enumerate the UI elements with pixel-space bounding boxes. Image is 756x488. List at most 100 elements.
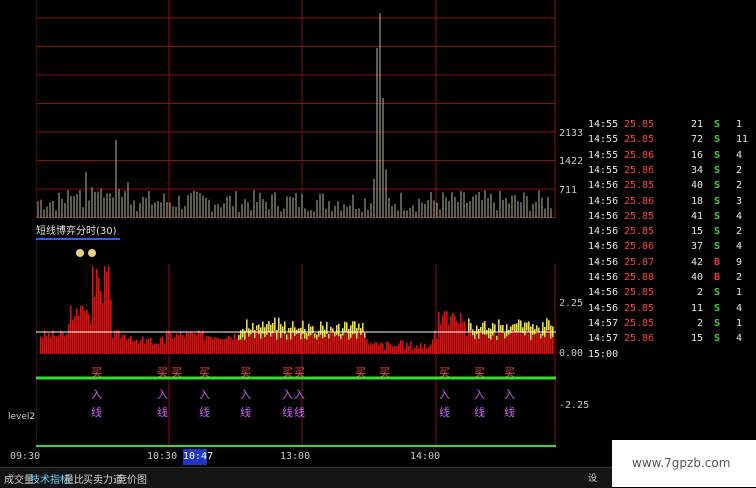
indicator-bar <box>310 335 312 354</box>
indicator-bar <box>88 314 90 354</box>
indicator-bar <box>110 299 112 354</box>
volume-axis-label: 1422 <box>559 156 584 167</box>
trade-side: S <box>714 333 721 345</box>
indicator-bar <box>56 336 58 354</box>
indicator-bar <box>112 337 114 354</box>
indicator-bar <box>498 331 500 354</box>
indicator-bar <box>66 333 68 354</box>
indicator-bar <box>368 344 370 354</box>
indicator-bar <box>392 346 394 354</box>
indicator-bar-alt <box>506 324 508 337</box>
indicator-bar-alt <box>528 321 530 332</box>
signal-bottom: 线 <box>282 405 293 419</box>
trade-extra: 4 <box>736 210 743 222</box>
indicator-bar-alt <box>290 327 292 340</box>
signal-top: 买 <box>294 366 305 379</box>
indicator-bar <box>54 335 56 354</box>
indicator-bar <box>262 333 264 354</box>
indicator-bar <box>186 332 188 354</box>
indicator-bar <box>160 337 162 354</box>
settings-tab[interactable]: 设 <box>588 471 597 484</box>
trade-time: 14:57 <box>588 333 619 345</box>
indicator-bar <box>538 331 540 354</box>
indicator-bar <box>156 343 158 354</box>
trade-vol: 37 <box>690 241 703 253</box>
indicator-bar <box>494 331 496 354</box>
trade-vol: 15 <box>690 226 703 238</box>
trade-price: 25.87 <box>624 256 655 268</box>
indicator-bar <box>94 296 96 354</box>
indicator-bar <box>468 331 470 354</box>
indicator-bar <box>378 345 380 354</box>
indicator-bar <box>404 349 406 354</box>
trade-price: 25.85 <box>624 317 655 329</box>
trade-price: 25.85 <box>624 287 655 299</box>
indicator-bar-alt <box>548 320 550 331</box>
indicator-bar <box>148 338 150 354</box>
level2-label[interactable]: level2 <box>8 412 35 422</box>
trade-extra: 2 <box>736 272 743 283</box>
indicator-bar-alt <box>476 325 478 335</box>
trade-time: 14:55 <box>588 164 619 176</box>
indicator-bar <box>78 315 80 354</box>
indicator-bar <box>546 330 548 354</box>
indicator-bar <box>100 290 102 354</box>
indicator-bar <box>98 277 100 354</box>
indicator-bar-alt <box>308 324 310 337</box>
indicator-bar <box>170 333 172 354</box>
indicator-bar <box>440 324 442 354</box>
indicator-bar <box>298 333 300 354</box>
indicator-bar <box>142 336 144 354</box>
signal-top: 买 <box>171 366 182 379</box>
trade-row: 14:55 25.85 72 S 11 <box>586 134 756 149</box>
trade-row: 14:56 25.87 42 B 9 <box>586 257 756 272</box>
indicator-bar-alt <box>266 324 268 335</box>
indicator-bar <box>436 338 438 354</box>
indicator-bar <box>360 334 362 354</box>
indicator-bar-alt <box>516 323 518 333</box>
trade-side: S <box>714 287 721 299</box>
indicator-bar-alt <box>310 326 312 336</box>
time-label: 10:30 <box>147 451 178 462</box>
indicator-bar-alt <box>530 326 532 340</box>
signal-bottom: 入 <box>294 388 305 401</box>
indicator-bar <box>334 336 336 354</box>
indicator-bar <box>552 336 554 354</box>
indicator-bar <box>534 334 536 354</box>
trade-vol: 2 <box>696 287 703 299</box>
indicator-bar <box>280 338 282 354</box>
indicator-bar <box>454 315 456 354</box>
trade-extra: 4 <box>736 149 743 161</box>
trade-side: S <box>714 195 721 207</box>
indicator-bar-alt <box>328 333 330 339</box>
indicator-bar <box>82 305 84 354</box>
indicator-bar <box>520 331 522 354</box>
trade-side: B <box>714 272 721 283</box>
tab-volume-ratio[interactable]: 量比 <box>64 471 84 486</box>
indicator-bar-alt <box>270 324 272 337</box>
indicator-bar-alt <box>276 330 278 340</box>
indicator-bar <box>212 339 214 354</box>
trade-vol: 15 <box>690 333 703 345</box>
indicator-bar <box>68 323 70 354</box>
indicator-bar <box>294 335 296 354</box>
indicator-bar <box>258 334 260 354</box>
signal-bottom: 线 <box>294 405 305 419</box>
trade-extra: 3 <box>736 195 743 207</box>
indicator-bar <box>174 337 176 354</box>
trade-row: 14:56 25.85 40 S 2 <box>586 180 756 195</box>
indicator-bar <box>344 332 346 354</box>
trade-extra: 9 <box>736 256 743 268</box>
indicator-bar-alt <box>238 335 240 340</box>
indicator-bar <box>354 333 356 354</box>
trade-side: S <box>714 149 721 161</box>
indicator-bar <box>46 336 48 354</box>
indicator-bar <box>308 336 310 354</box>
indicator-bar-alt <box>470 323 472 331</box>
indicator-bar <box>442 315 444 354</box>
tab-auction-chart[interactable]: 竞价图 <box>117 471 147 486</box>
indicator-bar <box>202 330 204 354</box>
indicator-bar <box>512 330 514 354</box>
indicator-bar <box>240 339 242 354</box>
indicator-bar-alt <box>526 322 528 331</box>
